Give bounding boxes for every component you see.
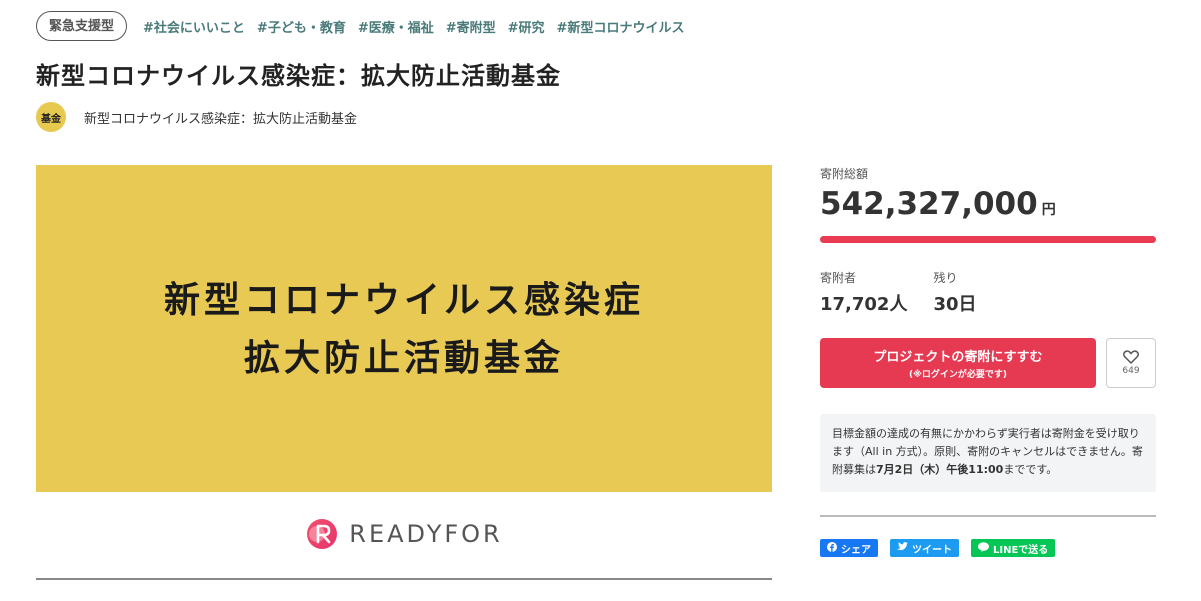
facebook-share-button[interactable]: シェア	[820, 539, 878, 557]
hero-banner: 新型コロナウイルス感染症 拡大防止活動基金	[36, 165, 772, 492]
facebook-icon	[827, 541, 837, 555]
line-share-button[interactable]: LINEで送る	[971, 539, 1056, 557]
readyfor-logo: READYFOR	[305, 517, 502, 551]
funding-panel: 寄附総額 542,327,000 円 寄附者 17,702人 残り 30日 プロ…	[820, 165, 1156, 557]
owner-name[interactable]: 新型コロナウイルス感染症：拡大防止活動基金	[84, 108, 357, 127]
donors-value: 17,702人	[820, 294, 908, 315]
donors-label: 寄附者	[820, 271, 857, 285]
twitter-share-label: ツイート	[912, 544, 952, 556]
tag-link[interactable]: #研究	[508, 17, 545, 36]
hero-image: 新型コロナウイルス感染症 拡大防止活動基金 READYFOR	[36, 165, 772, 580]
donate-button[interactable]: プロジェクトの寄附にすすむ (※ログインが必要です)	[820, 338, 1096, 388]
tag-link[interactable]: #社会にいいこと	[143, 17, 245, 36]
divider	[820, 515, 1156, 517]
facebook-share-label: シェア	[841, 544, 871, 556]
tag-row: 緊急支援型 #社会にいいこと #子ども・教育 #医療・福祉 #寄附型 #研究 #…	[36, 11, 696, 41]
readyfor-mark-icon	[307, 519, 338, 549]
line-share-label: LINEで送る	[993, 544, 1049, 556]
total-label: 寄附総額	[820, 167, 869, 181]
hero-title-line2: 拡大防止活動基金	[243, 336, 564, 379]
total-value: 542,327,000	[820, 186, 1038, 222]
donate-button-sublabel: (※ログインが必要です)	[909, 370, 1007, 380]
twitter-bird-icon	[897, 542, 908, 554]
remaining-label: 残り	[933, 271, 958, 285]
hero-title-line1: 新型コロナウイルス感染症	[163, 278, 644, 321]
tag-link[interactable]: #寄附型	[446, 17, 496, 36]
project-owner[interactable]: 基金 新型コロナウイルス感染症：拡大防止活動基金	[36, 102, 357, 132]
heart-icon	[1123, 350, 1139, 364]
donate-button-label: プロジェクトの寄附にすすむ	[873, 350, 1043, 365]
notice-box: 目標金額の達成の有無にかかわらず実行者は寄附金を受け取ります（All in 方式…	[820, 414, 1156, 492]
favorite-count: 649	[1122, 366, 1140, 376]
stats-row: 寄附者 17,702人 残り 30日	[820, 269, 1156, 316]
readyfor-wordmark: READYFOR	[349, 520, 503, 548]
twitter-share-button[interactable]: ツイート	[890, 539, 959, 557]
notice-text-end: までです。	[1003, 463, 1058, 476]
action-row: プロジェクトの寄附にすすむ (※ログインが必要です) 649	[820, 338, 1156, 388]
tag-link[interactable]: #医療・福祉	[358, 17, 434, 36]
remaining-value: 30日	[933, 294, 977, 315]
tag-link[interactable]: #子ども・教育	[257, 17, 346, 36]
tag-link[interactable]: #新型コロナウイルス	[557, 17, 685, 36]
favorite-button[interactable]: 649	[1106, 338, 1156, 388]
progress-bar	[820, 236, 1156, 243]
line-icon	[978, 541, 989, 555]
emergency-support-badge[interactable]: 緊急支援型	[36, 11, 128, 41]
owner-avatar[interactable]: 基金	[36, 102, 66, 132]
donors-stat: 寄附者 17,702人	[820, 269, 907, 316]
notice-deadline: 7月2日（木）午後11:00	[876, 463, 1004, 476]
hero-logo-area: READYFOR	[36, 492, 772, 576]
share-buttons: シェア ツイート LINEで送る	[820, 539, 1067, 557]
total-amount: 542,327,000 円	[820, 186, 1156, 222]
page-title: 新型コロナウイルス感染症：拡大防止活動基金	[36, 62, 561, 90]
remaining-stat: 残り 30日	[933, 269, 976, 316]
total-unit: 円	[1041, 202, 1056, 218]
